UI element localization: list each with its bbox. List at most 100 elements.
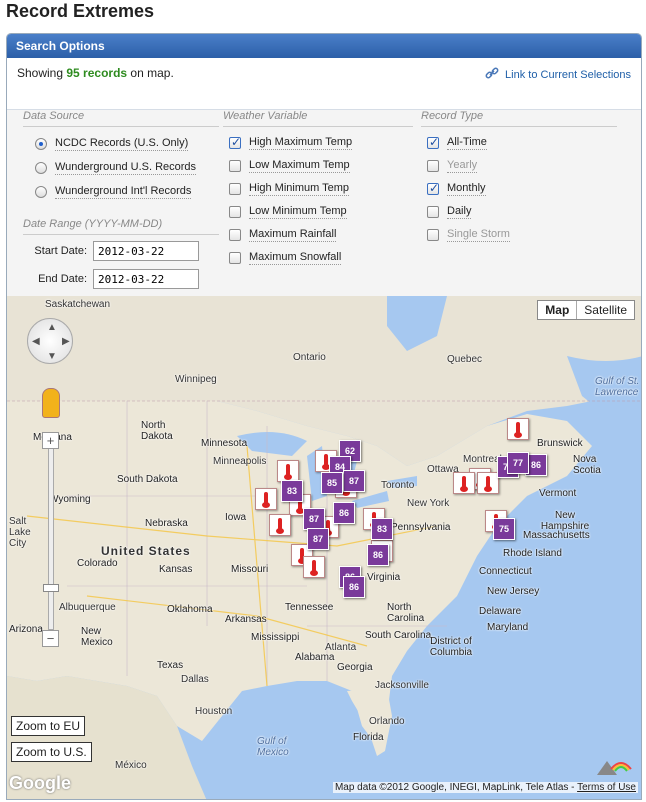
map-label: South Carolina [365,630,432,641]
map-label: North Dakota [141,420,173,442]
map-type-map[interactable]: Map [538,301,578,319]
checkbox[interactable] [229,229,241,241]
checkbox[interactable] [229,183,241,195]
checkbox[interactable] [229,135,241,149]
pegman-icon[interactable] [42,388,60,418]
records-summary: Showing 95 records on map. [17,66,174,80]
checkbox[interactable] [427,206,439,218]
radio-label: Wunderground U.S. Records [55,161,197,175]
checkbox[interactable] [229,160,241,172]
checkbox-max-rainfall[interactable]: Maximum Rainfall [229,228,337,242]
checkbox-daily[interactable]: Daily [427,205,472,219]
checkbox-max-snowfall[interactable]: Maximum Snowfall [229,251,342,265]
map-label: Nova Scotia [573,454,601,476]
checkbox-monthly[interactable]: Monthly [427,181,486,196]
map-label: New Hampshire [540,510,590,532]
summary-prefix: Showing [17,66,67,80]
map-label: Albuquerque [59,602,116,613]
map-label: New York [407,498,450,509]
thermometer-marker-icon[interactable] [255,488,277,510]
record-marker[interactable]: 86 [367,544,389,566]
zoom-to-us-button[interactable]: Zoom to U.S. [11,742,92,762]
checkbox-label: Daily [447,205,472,219]
zoom-in-icon[interactable]: + [42,432,59,449]
radio-wunderground-us[interactable]: Wunderground U.S. Records [35,161,197,175]
record-marker[interactable]: 87 [307,528,329,550]
map-label: Virginia [367,572,401,583]
record-marker[interactable]: 87 [343,470,365,492]
pan-down-icon[interactable]: ▼ [47,351,57,362]
radio-ncdc[interactable]: NCDC Records (U.S. Only) [35,137,189,151]
map-label: Atlanta [325,642,357,653]
map-label: Iowa [225,512,247,523]
checkbox-label: High Maximum Temp [249,136,353,150]
divider [23,234,219,235]
record-type-title: Record Type [421,110,484,122]
thermometer-marker-icon[interactable] [453,472,475,494]
map-label: México [115,760,147,771]
checkbox-low-min-temp[interactable]: Low Minimum Temp [229,205,347,219]
link-label[interactable]: Link to Current Selections [505,69,631,81]
record-marker[interactable]: 83 [281,480,303,502]
thermometer-marker-icon[interactable] [269,514,291,536]
record-marker[interactable]: 86 [343,576,365,598]
map-label: Georgia [337,662,373,673]
panel-header[interactable]: Search Options [7,34,641,58]
map-label: South Dakota [117,474,178,485]
thermometer-marker-icon[interactable] [277,460,299,482]
record-marker[interactable]: 75 [493,518,515,540]
record-marker[interactable]: 85 [321,472,343,494]
checkbox[interactable] [427,229,439,241]
checkbox[interactable] [427,135,439,149]
zoom-slider-handle[interactable] [43,584,59,592]
checkbox[interactable] [427,160,439,172]
checkbox-label: High Minimum Temp [249,182,350,196]
end-date-input[interactable] [93,269,199,289]
divider [23,126,219,127]
map-label: Nebraska [145,518,188,529]
radio-button[interactable] [35,138,47,150]
checkbox-label: Maximum Snowfall [249,251,342,265]
radio-button[interactable] [35,186,47,198]
radio-button[interactable] [35,162,47,174]
thermometer-marker-icon[interactable] [303,556,325,578]
checkbox-label: All-Time [447,136,487,150]
map-label: Kansas [159,564,193,575]
thermometer-marker-icon[interactable] [477,472,499,494]
zoom-out-icon[interactable]: − [42,630,59,647]
map-label: Dallas [181,674,209,685]
map-label: Gulf of St. Lawrence [595,376,640,398]
checkbox[interactable] [427,181,439,195]
map-label: Pennsylvania [391,522,451,533]
checkbox-single-storm[interactable]: Single Storm [427,228,510,242]
checkbox-all-time[interactable]: All-Time [427,135,487,150]
start-date-input[interactable] [93,241,199,261]
pan-right-icon[interactable]: ▶ [62,336,70,347]
records-map[interactable]: Saskatchewan Ontario Quebec Winnipeg Gul… [7,296,641,799]
pan-control[interactable]: ▲ ▼ ◀ ▶ [27,318,73,364]
record-marker[interactable]: 86 [333,502,355,524]
checkbox-yearly[interactable]: Yearly [427,159,478,173]
map-label: Arkansas [225,614,267,625]
radio-wunderground-intl[interactable]: Wunderground Int'l Records [35,185,192,199]
checkbox-high-max-temp[interactable]: High Maximum Temp [229,135,353,150]
map-type-satellite[interactable]: Satellite [577,301,634,319]
pan-left-icon[interactable]: ◀ [32,336,40,347]
record-marker[interactable]: 77 [507,452,529,474]
divider [223,126,413,127]
checkbox-label: Maximum Rainfall [249,228,337,242]
thermometer-marker-icon[interactable] [507,418,529,440]
google-logo: Google [9,773,71,793]
zoom-to-eu-button[interactable]: Zoom to EU [11,716,86,736]
zoom-slider-track[interactable] [48,446,54,630]
checkbox-low-max-temp[interactable]: Low Maximum Temp [229,159,350,173]
checkbox[interactable] [229,252,241,264]
map-label: Minneapolis [213,456,267,467]
checkbox-high-min-temp[interactable]: High Minimum Temp [229,182,350,196]
link-current-selections[interactable]: Link to Current Selections [485,66,631,83]
terms-of-use-link[interactable]: Terms of Use [577,782,636,793]
record-marker[interactable]: 83 [371,518,393,540]
record-marker[interactable]: 87 [303,508,325,530]
checkbox[interactable] [229,206,241,218]
pan-up-icon[interactable]: ▲ [47,322,57,333]
